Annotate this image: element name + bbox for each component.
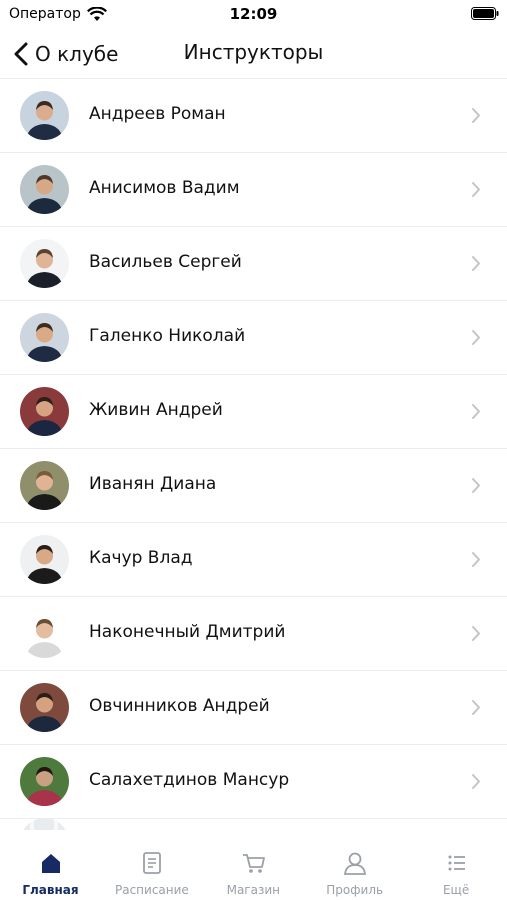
home-icon [42, 854, 60, 873]
tab-cart[interactable]: Магазин [203, 830, 304, 900]
instructor-name: Овчинников Андрей [89, 696, 270, 716]
instructor-name: Андреев Роман [89, 104, 226, 124]
avatar [20, 461, 69, 510]
instructor-name: Анисимов Вадим [89, 178, 240, 198]
list-item[interactable]: Васильев Сергей [0, 227, 507, 301]
tab-bar: Главная Расписание Магазин Профиль Ещё [0, 830, 507, 900]
avatar [20, 239, 69, 288]
status-bar: Оператор 12:09 [0, 0, 507, 30]
chevron-right-icon [472, 256, 480, 271]
list-item[interactable]: Анисимов Вадим [0, 153, 507, 227]
instructor-name: Галенко Николай [89, 326, 246, 346]
avatar [20, 313, 69, 362]
list-item[interactable]: Салахетдинов Мансур [0, 745, 507, 819]
avatar [20, 165, 69, 214]
tab-more[interactable]: Ещё [406, 830, 507, 900]
status-time: 12:09 [229, 5, 278, 23]
more-icon [448, 855, 465, 871]
instructor-list: Андреев Роман Анисимов Вадим Васильев Серг… [0, 79, 507, 819]
chevron-right-icon [472, 404, 480, 419]
list-item[interactable]: Овчинников Андрей [0, 671, 507, 745]
list-item[interactable]: Андреев Роман [0, 79, 507, 153]
chevron-right-icon [472, 552, 480, 567]
avatar [20, 535, 69, 584]
tab-label: Магазин [226, 883, 280, 897]
list-item[interactable]: Качур Влад [0, 523, 507, 597]
profile-icon [344, 852, 367, 875]
instructor-name: Качур Влад [89, 548, 193, 568]
navigation-bar: О клубе Инструкторы [0, 30, 507, 79]
list-item[interactable]: Иванян Диана [0, 449, 507, 523]
avatar [20, 387, 69, 436]
tab-profile[interactable]: Профиль [304, 830, 405, 900]
schedule-icon [143, 852, 162, 874]
list-item[interactable]: Наконечный Дмитрий [0, 597, 507, 671]
chevron-right-icon [472, 626, 480, 641]
instructor-name: Наконечный Дмитрий [89, 622, 286, 642]
instructor-name: Живин Андрей [89, 400, 223, 420]
avatar [20, 683, 69, 732]
instructor-name: Васильев Сергей [89, 252, 242, 272]
chevron-right-icon [472, 182, 480, 197]
chevron-right-icon [472, 774, 480, 789]
tab-label: Расписание [114, 883, 189, 897]
cart-icon [242, 854, 265, 873]
chevron-right-icon [472, 700, 480, 715]
tab-label: Ещё [442, 883, 470, 897]
chevron-right-icon [472, 478, 480, 493]
avatar [20, 609, 69, 658]
chevron-right-icon [472, 108, 480, 123]
chevron-right-icon [472, 330, 480, 345]
instructor-name: Салахетдинов Мансур [89, 770, 290, 790]
battery-icon [471, 7, 499, 20]
list-item[interactable]: Живин Андрей [0, 375, 507, 449]
avatar [20, 757, 69, 806]
tab-label: Профиль [326, 883, 384, 897]
page-title: Инструкторы [183, 40, 324, 64]
list-item[interactable]: Галенко Николай [0, 301, 507, 375]
instructor-name: Иванян Диана [89, 474, 217, 494]
tab-schedule[interactable]: Расписание [101, 830, 202, 900]
avatar [20, 91, 69, 140]
tab-label: Главная [22, 883, 79, 897]
tab-home[interactable]: Главная [0, 830, 101, 900]
